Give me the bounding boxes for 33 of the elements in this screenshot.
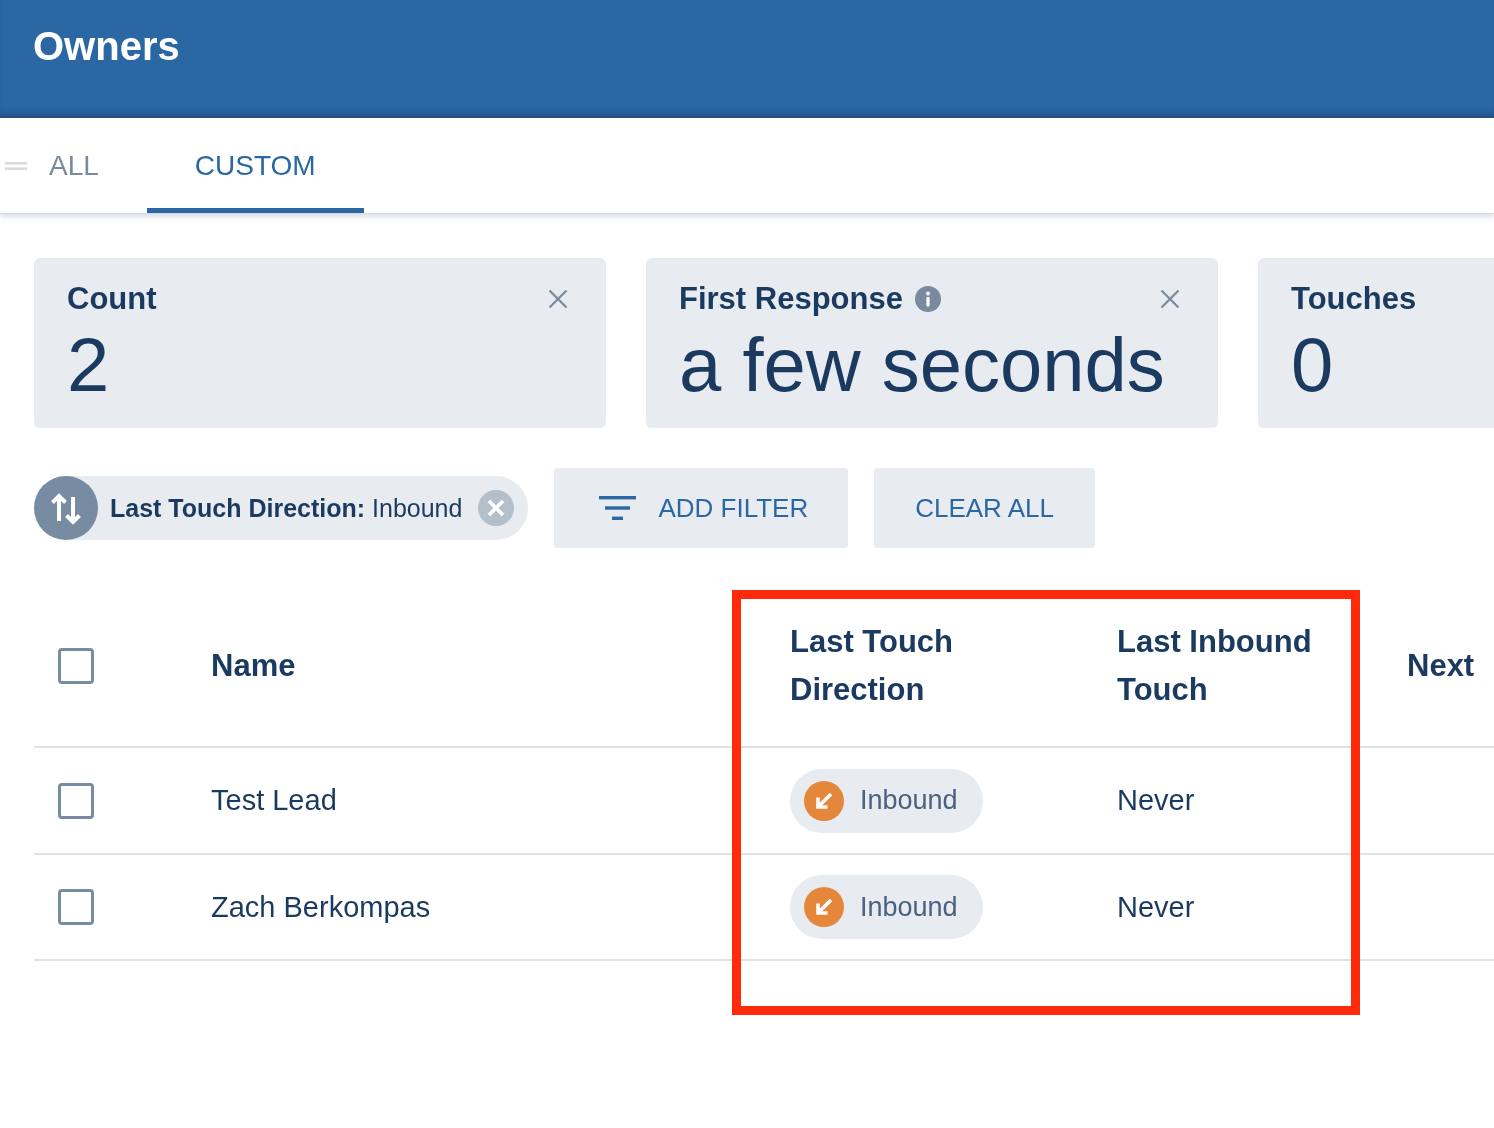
name-cell: Zach Berkompas — [211, 890, 431, 924]
name-cell: Test Lead — [211, 784, 337, 817]
last-inbound-touch-cell: Never — [1117, 784, 1195, 817]
checkbox[interactable] — [58, 782, 94, 819]
info-icon[interactable] — [914, 286, 941, 312]
close-icon[interactable] — [548, 289, 568, 309]
add-filter-button[interactable]: ADD FILTER — [554, 468, 849, 548]
metric-value: a few seconds — [679, 322, 1166, 408]
column-header: Next — [1407, 647, 1475, 685]
metric-title: First Response — [679, 281, 903, 317]
metric-title: Touches — [1291, 281, 1417, 317]
direction-label: Inbound — [860, 891, 958, 923]
direction-label: Inbound — [860, 785, 958, 816]
clear-all-button[interactable]: CLEAR ALL — [874, 468, 1095, 548]
column-header: Name — [211, 647, 297, 685]
metric-value: 2 — [67, 322, 111, 408]
checkbox[interactable] — [58, 889, 94, 925]
remove-filter-icon[interactable] — [478, 490, 515, 526]
filter-icon — [599, 496, 637, 520]
tab[interactable]: CUSTOM — [146, 118, 364, 213]
up-down-arrows-icon — [34, 476, 98, 540]
filter-chip[interactable]: Last Touch Direction: Inbound — [34, 476, 529, 540]
column-header: Last Inbound Touch — [1117, 623, 1313, 709]
column-header: Last Touch Direction — [790, 623, 955, 709]
checkbox[interactable] — [58, 648, 94, 684]
page-title: Owners — [33, 23, 181, 70]
last-inbound-touch-cell: Never — [1117, 890, 1195, 924]
drag-handle-icon[interactable] — [5, 161, 27, 170]
tab[interactable]: ALL — [27, 118, 147, 213]
filter-chip-label: Last Touch Direction: Inbound — [110, 493, 463, 523]
close-icon[interactable] — [1160, 289, 1180, 309]
metric-value: 0 — [1291, 322, 1335, 408]
metric-title: Count — [67, 281, 157, 317]
